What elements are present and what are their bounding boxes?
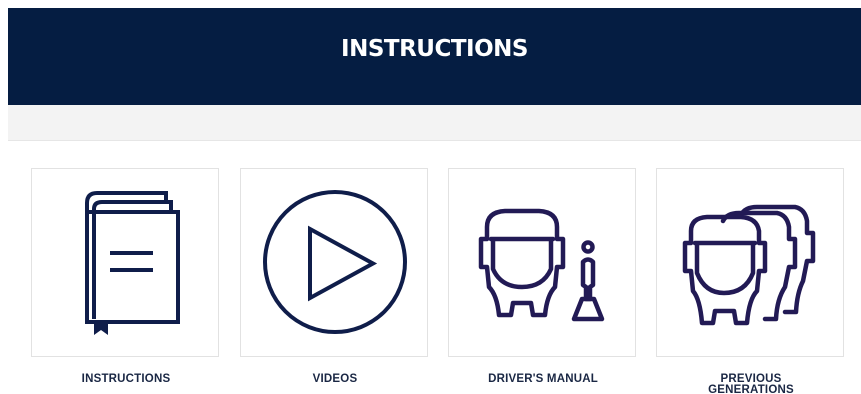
card-drivers-manual[interactable] [448, 168, 636, 357]
card-label-previous-generations[interactable]: PREVIOUS GENERATIONS [656, 373, 846, 394]
page: INSTRUCTIONS INSTRUCTIONS VIDEOS DRIVER'… [0, 0, 861, 394]
card-label-drivers-manual[interactable]: DRIVER'S MANUAL [448, 373, 638, 385]
card-label-line2: GENERATIONS [708, 384, 794, 394]
card-instructions[interactable] [31, 168, 219, 357]
truck-fleet-icon [682, 204, 816, 326]
page-header: INSTRUCTIONS [8, 8, 861, 105]
book-icon [85, 191, 180, 335]
truck-driver-icon [478, 208, 605, 322]
sub-header-band [8, 105, 861, 141]
card-videos[interactable] [240, 168, 428, 357]
card-label-instructions[interactable]: INSTRUCTIONS [31, 373, 221, 385]
play-icon [263, 190, 407, 334]
page-title: INSTRUCTIONS [341, 36, 528, 62]
card-previous-generations[interactable] [656, 168, 844, 357]
card-label-videos[interactable]: VIDEOS [240, 373, 430, 385]
